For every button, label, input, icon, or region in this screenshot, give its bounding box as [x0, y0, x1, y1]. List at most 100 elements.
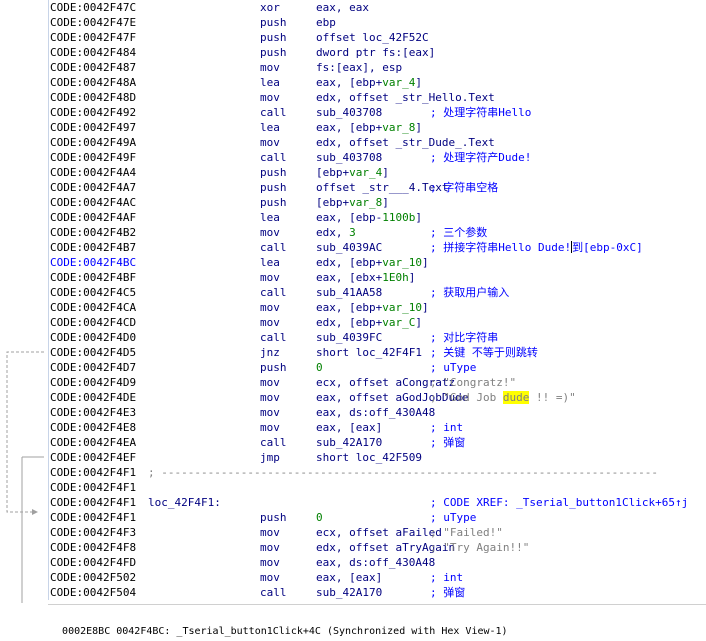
- jump-arrows: [6, 351, 44, 603]
- mnemonic: push: [260, 196, 287, 209]
- mnemonic: call: [260, 241, 287, 254]
- disasm-line[interactable]: CODE:0042F4AF lea eax, [ebp-1100b]: [49, 210, 706, 225]
- mnemonic: mov: [260, 136, 280, 149]
- disasm-line[interactable]: CODE:0042F4D9 mov ecx, offset aCongratz; "…: [49, 375, 706, 390]
- line-address: CODE:0042F4AC: [50, 196, 137, 209]
- mnemonic: mov: [260, 376, 280, 389]
- operand[interactable]: [ebp+var_8]: [316, 195, 389, 210]
- disassembly-view[interactable]: CODE:0042F47C xor eax, eax CODE:0042F47E pus…: [0, 0, 706, 603]
- line-address: CODE:0042F4F3: [50, 526, 137, 539]
- operand[interactable]: eax, [ebp+var_4]: [316, 75, 422, 90]
- jnz-arrow-line: [6, 351, 44, 513]
- operand[interactable]: sub_403708: [316, 105, 382, 120]
- line-address: CODE:0042F4A4: [50, 166, 137, 179]
- operand[interactable]: edx, offset _str_Dude_.Text: [316, 135, 495, 150]
- line-address: CODE:0042F49A: [50, 136, 137, 149]
- operand[interactable]: sub_4039FC: [316, 330, 382, 345]
- disasm-line[interactable]: CODE:0042F47E push ebp: [49, 15, 706, 30]
- status-text: 0002E8BC 0042F4BC: _Tserial_button1Click…: [62, 626, 508, 637]
- operand[interactable]: offset loc_42F52C: [316, 30, 429, 45]
- operand[interactable]: sub_42A170: [316, 435, 382, 450]
- disasm-line[interactable]: CODE:0042F4EA call sub_42A170 ; 弹窗: [49, 435, 706, 450]
- line-address: CODE:0042F49F: [50, 151, 137, 164]
- disasm-line[interactable]: CODE:0042F4B2 mov edx, 3 ; 三个参数: [49, 225, 706, 240]
- disasm-line[interactable]: CODE:0042F4EF jmp short loc_42F509: [49, 450, 706, 465]
- operand[interactable]: sub_4039AC: [316, 240, 382, 255]
- disasm-line[interactable]: CODE:0042F4F8 mov edx, offset aTryAgain; "…: [49, 540, 706, 555]
- disasm-line[interactable]: CODE:0042F502 mov eax, [eax] ; int: [49, 570, 706, 585]
- operand[interactable]: ebp: [316, 15, 336, 30]
- disasm-line[interactable]: CODE:0042F4D0 call sub_4039FC ; 对比字符串: [49, 330, 706, 345]
- disasm-line[interactable]: CODE:0042F48D mov edx, offset _str_Hello.T…: [49, 90, 706, 105]
- operand[interactable]: short loc_42F4F1: [316, 345, 422, 360]
- operand[interactable]: edx, offset _str_Hello.Text: [316, 90, 495, 105]
- code-label[interactable]: loc_42F4F1:: [148, 495, 221, 510]
- line-address: CODE:0042F47C: [50, 1, 137, 14]
- disasm-line[interactable]: CODE:0042F4F1: [49, 480, 706, 495]
- operand[interactable]: edx, [ebp+var_10]: [316, 255, 429, 270]
- disasm-line[interactable]: CODE:0042F4C5 call sub_41AA58 ; 获取用户输入: [49, 285, 706, 300]
- operand[interactable]: eax, [eax]: [316, 420, 382, 435]
- operand[interactable]: dword ptr fs:[eax]: [316, 45, 435, 60]
- disasm-line[interactable]: CODE:0042F4A7 push offset _str___4.Text; 字…: [49, 180, 706, 195]
- disasm-line[interactable]: CODE:0042F47C xor eax, eax: [49, 0, 706, 15]
- operand[interactable]: [ebp+var_4]: [316, 165, 389, 180]
- disasm-line[interactable]: CODE:0042F4B7 call sub_4039AC ; 拼接字符串Hello …: [49, 240, 706, 255]
- disasm-line[interactable]: CODE:0042F484 push dword ptr fs:[eax]: [49, 45, 706, 60]
- operand[interactable]: offset _str___4.Text: [316, 180, 448, 195]
- operand[interactable]: eax, ds:off_430A48: [316, 555, 435, 570]
- operand[interactable]: short loc_42F509: [316, 450, 422, 465]
- operand[interactable]: fs:[eax], esp: [316, 60, 402, 75]
- comment: ; 获取用户输入: [430, 286, 510, 299]
- operand[interactable]: eax, ds:off_430A48: [316, 405, 435, 420]
- disasm-line[interactable]: CODE:0042F48A lea eax, [ebp+var_4]: [49, 75, 706, 90]
- disasm-line[interactable]: CODE:0042F4F3 mov ecx, offset aFailed; "Fa…: [49, 525, 706, 540]
- comment: ; 对比字符串: [430, 331, 499, 344]
- disasm-line[interactable]: CODE:0042F4E8 mov eax, [eax] ; int: [49, 420, 706, 435]
- operand[interactable]: ecx, offset aFailed: [316, 525, 442, 540]
- disasm-line[interactable]: CODE:0042F4F1 ; -------------------------…: [49, 465, 706, 480]
- disasm-line[interactable]: CODE:0042F47F push offset loc_42F52C: [49, 30, 706, 45]
- operand[interactable]: eax, [eax]: [316, 570, 382, 585]
- operand[interactable]: edx, 3: [316, 225, 356, 240]
- disasm-line[interactable]: CODE:0042F487 mov fs:[eax], esp: [49, 60, 706, 75]
- operand[interactable]: 0: [316, 360, 323, 375]
- disasm-line[interactable]: CODE:0042F4F1 loc_42F4F1: ; CODE XREF: _Ts…: [49, 495, 706, 510]
- disasm-line[interactable]: CODE:0042F4FD mov eax, ds:off_430A48: [49, 555, 706, 570]
- operand[interactable]: eax, [ebx+1E0h]: [316, 270, 415, 285]
- operand[interactable]: sub_41AA58: [316, 285, 382, 300]
- operand[interactable]: eax, [ebp+var_10]: [316, 300, 429, 315]
- disasm-line[interactable]: CODE:0042F504 call sub_42A170 ; 弹窗: [49, 585, 706, 600]
- disasm-line[interactable]: CODE:0042F4E3 mov eax, ds:off_430A48: [49, 405, 706, 420]
- operand[interactable]: 0: [316, 510, 323, 525]
- jnz-arrow-head: [32, 509, 38, 515]
- disasm-line[interactable]: CODE:0042F4F1 push 0 ; uType: [49, 510, 706, 525]
- disasm-line[interactable]: CODE:0042F492 call sub_403708 ; 处理字符串Hello: [49, 105, 706, 120]
- disasm-line[interactable]: CODE:0042F4D7 push 0 ; uType: [49, 360, 706, 375]
- disasm-line[interactable]: CODE:0042F497 lea eax, [ebp+var_8]: [49, 120, 706, 135]
- operand[interactable]: eax, [ebp-1100b]: [316, 210, 422, 225]
- comment: ; "Congratz!": [430, 376, 517, 389]
- disasm-line[interactable]: CODE:0042F4BF mov eax, [ebx+1E0h]: [49, 270, 706, 285]
- operand[interactable]: sub_42A170: [316, 585, 382, 600]
- disasm-line[interactable]: CODE:0042F4DE mov eax, offset aGodJobDude;…: [49, 390, 706, 405]
- disasm-line[interactable]: CODE:0042F4D5 jnz short loc_42F4F1 ; 关键 不等于…: [49, 345, 706, 360]
- operand[interactable]: edx, [ebp+var_C]: [316, 315, 422, 330]
- disasm-line[interactable]: CODE:0042F4BC lea edx, [ebp+var_10]: [49, 255, 706, 270]
- disasm-line[interactable]: CODE:0042F4AC push [ebp+var_8]: [49, 195, 706, 210]
- disassembly-lines[interactable]: CODE:0042F47C xor eax, eax CODE:0042F47E pus…: [48, 0, 706, 600]
- status-bar: 0002E8BC 0042F4BC: _Tserial_button1Click…: [48, 604, 706, 637]
- line-address: CODE:0042F4C5: [50, 286, 137, 299]
- disasm-line[interactable]: CODE:0042F49A mov edx, offset _str_Dude_.T…: [49, 135, 706, 150]
- operand[interactable]: sub_403708: [316, 150, 382, 165]
- comment: ; CODE XREF: _Tserial_button1Click+65↑j: [430, 496, 689, 509]
- mnemonic: lea: [260, 256, 280, 269]
- disasm-line[interactable]: CODE:0042F4CA mov eax, [ebp+var_10]: [49, 300, 706, 315]
- disasm-line[interactable]: CODE:0042F4A4 push [ebp+var_4]: [49, 165, 706, 180]
- disasm-line[interactable]: CODE:0042F4CD mov edx, [ebp+var_C]: [49, 315, 706, 330]
- line-address: CODE:0042F4BF: [50, 271, 137, 284]
- disasm-line[interactable]: CODE:0042F49F call sub_403708 ; 处理字符产Dude!: [49, 150, 706, 165]
- operand[interactable]: eax, [ebp+var_8]: [316, 120, 422, 135]
- operand[interactable]: eax, eax: [316, 0, 369, 15]
- line-address: CODE:0042F4B7: [50, 241, 137, 254]
